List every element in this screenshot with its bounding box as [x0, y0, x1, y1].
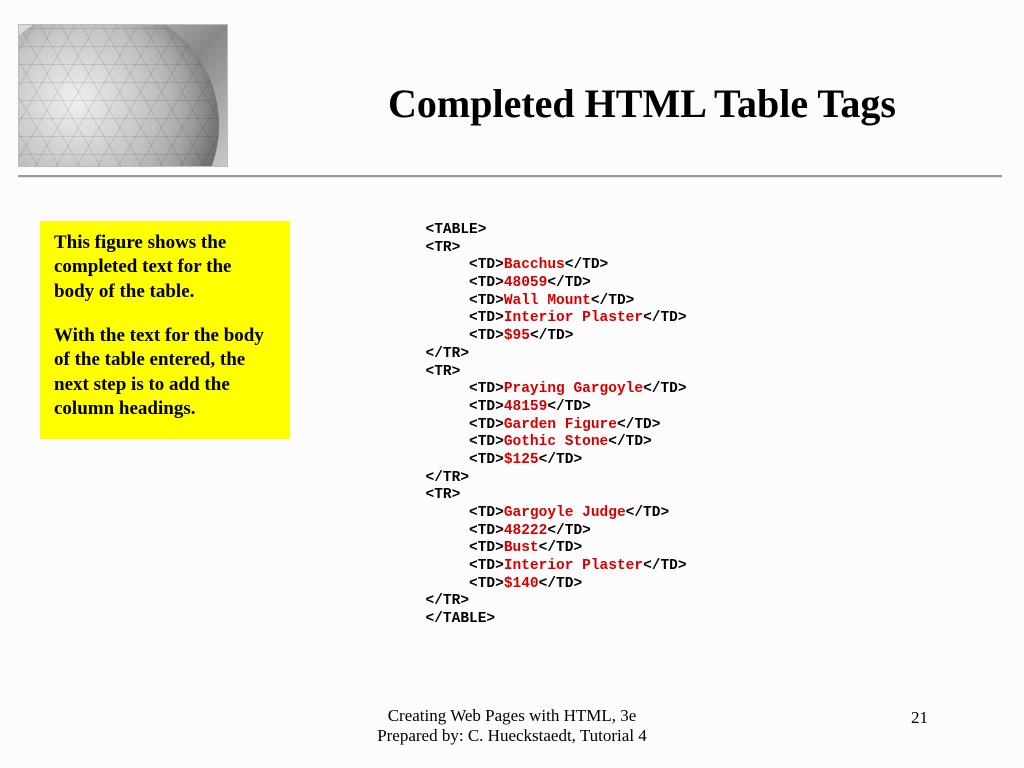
- callout-paragraph-2: With the text for the body of the table …: [54, 324, 276, 421]
- callout-paragraph-1: This figure shows the completed text for…: [54, 231, 276, 304]
- page-number: 21: [911, 708, 928, 728]
- decorative-sphere-image: [18, 24, 228, 167]
- slide-footer: Creating Web Pages with HTML, 3e Prepare…: [0, 706, 1024, 746]
- callout-box: This figure shows the completed text for…: [40, 221, 290, 439]
- horizontal-rule: [18, 175, 1002, 178]
- html-code-sample: <TABLE> <TR> <TD>Bacchus</TD> <TD>48059<…: [382, 222, 687, 629]
- slide-title: Completed HTML Table Tags: [300, 80, 984, 127]
- footer-line-1: Creating Web Pages with HTML, 3e: [0, 706, 1024, 726]
- footer-line-2: Prepared by: C. Hueckstaedt, Tutorial 4: [0, 726, 1024, 746]
